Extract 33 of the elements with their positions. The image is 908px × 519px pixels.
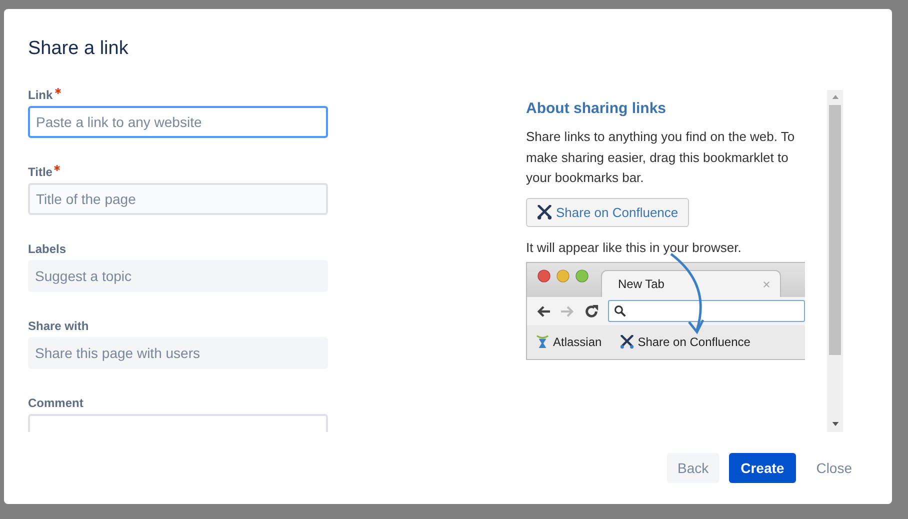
input-field[interactable]: Suggest a topic — [28, 260, 328, 292]
input-field[interactable]: Share this page with users — [28, 337, 328, 369]
field-label: Link — [28, 88, 53, 102]
scroll-down-icon — [832, 422, 838, 426]
scroll-up-icon — [832, 95, 838, 99]
dialog-button[interactable]: Create — [728, 453, 796, 483]
bookmark-label: Atlassian — [553, 334, 602, 348]
scissors-icon — [537, 204, 552, 220]
field-label: Title — [28, 165, 52, 179]
close-icon — [763, 280, 770, 288]
forward-arrow-icon — [560, 304, 575, 318]
window-buttons-icon — [537, 269, 591, 283]
back-arrow-icon — [536, 304, 551, 318]
field-label: Labels — [28, 242, 66, 256]
bookmark-label: Share on Confluence — [638, 334, 750, 348]
field-label: Comment — [28, 396, 84, 410]
scrollbar[interactable] — [827, 90, 843, 432]
atlassian-icon — [536, 334, 549, 349]
input-field[interactable]: Paste a link to any website — [28, 106, 328, 138]
search-icon — [614, 305, 626, 317]
close-link[interactable]: Close — [806, 453, 862, 483]
scissors-icon — [620, 334, 634, 348]
field-label: Share with — [28, 319, 89, 333]
dialog-title: Share a link — [27, 37, 130, 61]
about-note: It will appear like this in your browser. — [526, 238, 742, 257]
required-icon — [54, 88, 61, 94]
required-icon — [54, 165, 60, 171]
bookmarklet-button[interactable]: Share on Confluence — [526, 198, 690, 226]
dialog-button[interactable]: Back — [667, 453, 719, 483]
about-heading: About sharing links — [526, 100, 668, 118]
tab-title: New Tab — [618, 277, 664, 291]
reload-icon — [584, 304, 599, 318]
about-text: Share links to anything you find on the web. To make sharing easier, drag this bookmarklet to your bookmarks bar. — [526, 128, 796, 187]
